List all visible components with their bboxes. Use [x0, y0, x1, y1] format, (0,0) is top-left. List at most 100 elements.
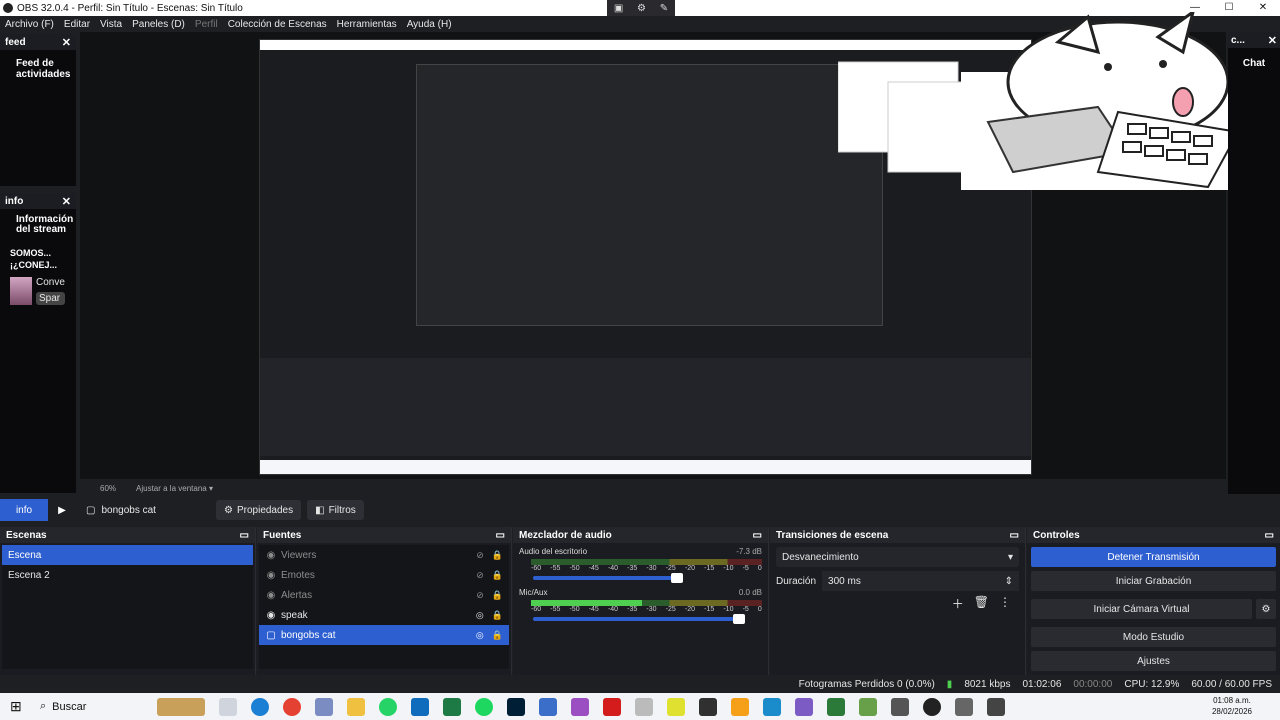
lock-icon[interactable]: 🔒 — [492, 610, 503, 621]
edge-icon[interactable] — [251, 697, 269, 716]
fit-to-window[interactable]: Ajustar a la ventana ▾ — [136, 484, 213, 493]
spin-arrows-icon[interactable]: ⇕ — [1005, 576, 1013, 587]
feed-title-line2: actividades — [16, 69, 71, 80]
photoshop-icon[interactable] — [507, 697, 525, 716]
app-icon[interactable] — [859, 697, 877, 716]
hidden-eye-icon[interactable]: ⊘ — [476, 570, 484, 581]
app-icon[interactable] — [699, 697, 717, 716]
app-icon[interactable] — [571, 697, 589, 716]
controls-header: Controles ▭ — [1027, 527, 1280, 543]
app-icon[interactable] — [731, 697, 749, 716]
app-icon[interactable] — [763, 697, 781, 716]
settings-button[interactable]: Ajustes — [1031, 651, 1276, 671]
eye-icon[interactable]: ◎ — [476, 630, 484, 641]
scene-item[interactable]: Escena — [2, 545, 253, 565]
menu-perfil[interactable]: Perfil — [190, 19, 223, 30]
add-icon[interactable]: ＋ — [952, 595, 964, 612]
close-icon[interactable]: ✕ — [1268, 34, 1277, 47]
properties-button[interactable]: ⚙ Propiedades — [216, 500, 302, 520]
dock-float-icon[interactable]: ▭ — [1265, 530, 1274, 541]
volume-slider[interactable] — [533, 573, 683, 583]
category-row: Conve Spar — [0, 277, 76, 305]
menu-archivo[interactable]: Archivo (F) — [0, 19, 59, 30]
scene-item[interactable]: Escena 2 — [2, 565, 253, 585]
menu-paneles[interactable]: Paneles (D) — [127, 19, 190, 30]
mixer-title: Mezclador de audio — [519, 529, 612, 541]
windows-start-icon[interactable]: ⊞ — [10, 698, 22, 715]
app-icon[interactable] — [539, 697, 557, 716]
app-icon[interactable] — [795, 697, 813, 716]
selected-source-label: ▢ bongobs cat — [76, 505, 216, 516]
bottom-docks: Escenas ▭ Escena Escena 2 ＋ 🗑 ◧ ⌃ ⌄ Fuen… — [0, 527, 1280, 693]
source-item[interactable]: ▢ bongobs cat ◎ 🔒 — [259, 625, 509, 645]
trash-icon[interactable]: 🗑 — [974, 595, 989, 612]
menu-herramientas[interactable]: Herramientas — [332, 19, 402, 30]
stop-streaming-button[interactable]: Detener Transmisión — [1031, 547, 1276, 567]
app-icon[interactable] — [827, 697, 845, 716]
source-icon: ▢ — [86, 504, 96, 516]
lock-icon[interactable]: 🔒 — [492, 630, 503, 641]
zoom-level[interactable]: 60% — [100, 484, 116, 493]
acrobat-icon[interactable] — [603, 697, 621, 716]
recursive-preview — [416, 64, 883, 326]
studio-mode-button[interactable]: Modo Estudio — [1031, 627, 1276, 647]
chat-dock-title: c... — [1231, 34, 1245, 46]
chrome-icon[interactable] — [283, 697, 301, 716]
menu-coleccion[interactable]: Colección de Escenas — [223, 19, 332, 30]
source-item[interactable]: ◉ Viewers ⊘ 🔒 — [259, 545, 509, 565]
dock-float-icon[interactable]: ▭ — [240, 530, 249, 541]
lock-icon[interactable]: 🔒 — [492, 570, 503, 581]
tab-info[interactable]: info — [0, 499, 48, 521]
taskbar-search[interactable]: ⌕ Buscar — [0, 700, 150, 713]
excel-icon[interactable] — [443, 697, 461, 716]
settings-icon[interactable]: ⚙ — [637, 3, 646, 14]
expand-arrow-icon[interactable]: ▶ — [48, 505, 76, 516]
hidden-eye-icon[interactable]: ⊘ — [476, 590, 484, 601]
capture-panels — [260, 358, 1031, 456]
feed-dock-header: feed ✕ — [0, 34, 76, 50]
start-virtual-camera-button[interactable]: Iniciar Cámara Virtual — [1031, 599, 1252, 619]
dock-float-icon[interactable]: ▭ — [753, 530, 762, 541]
comment-icon[interactable]: ▣ — [614, 3, 623, 14]
close-icon[interactable]: ✕ — [62, 36, 71, 49]
whatsapp-icon[interactable] — [379, 697, 397, 716]
lock-icon[interactable]: 🔒 — [492, 550, 503, 561]
duration-spinbox[interactable]: 300 ms ⇕ — [822, 571, 1019, 591]
eye-icon[interactable]: ◎ — [476, 610, 484, 621]
hidden-eye-icon[interactable]: ⊘ — [476, 550, 484, 561]
books-widget-icon[interactable] — [157, 697, 205, 716]
signal-icon: ▮ — [946, 678, 953, 690]
task-view-icon[interactable] — [219, 697, 237, 716]
source-item[interactable]: ◉ Emotes ⊘ 🔒 — [259, 565, 509, 585]
mail-icon[interactable] — [315, 697, 333, 716]
browser-icon: ◉ — [266, 609, 276, 621]
dock-float-icon[interactable]: ▭ — [496, 530, 505, 541]
menu-editar[interactable]: Editar — [59, 19, 95, 30]
gear-icon[interactable] — [955, 697, 973, 716]
source-item[interactable]: ◉ speak ◎ 🔒 — [259, 605, 509, 625]
titlebar-tools: ▣ ⚙ ✎ — [607, 0, 675, 16]
start-recording-button[interactable]: Iniciar Grabación — [1031, 571, 1276, 591]
close-icon[interactable]: ✕ — [62, 195, 71, 208]
pin-icon[interactable]: ✎ — [660, 3, 668, 14]
app-icon[interactable] — [635, 697, 653, 716]
filters-button[interactable]: ◧ Filtros — [307, 500, 364, 520]
app-icon[interactable] — [667, 697, 685, 716]
file-explorer-icon[interactable] — [347, 697, 365, 716]
app-icon[interactable] — [891, 697, 909, 716]
source-item[interactable]: ◉ Alertas ⊘ 🔒 — [259, 585, 509, 605]
menu-ayuda[interactable]: Ayuda (H) — [402, 19, 457, 30]
volume-slider[interactable] — [533, 614, 745, 624]
menu-vista[interactable]: Vista — [95, 19, 127, 30]
app-icon[interactable] — [987, 697, 1005, 716]
lock-icon[interactable]: 🔒 — [492, 590, 503, 601]
meter-scale: -60 -55 -50 -45 -40 -35 -30 -25 -20 -15 -10 -5 0 — [531, 565, 762, 572]
transition-select[interactable]: Desvanecimiento ▾ — [776, 547, 1019, 567]
system-clock[interactable]: 01:08 a.m. 28/02/2026 — [1212, 695, 1252, 717]
gear-icon[interactable]: ⚙ — [1256, 599, 1276, 619]
menu-dots-icon[interactable]: ⋮ — [999, 595, 1011, 612]
spotify-icon[interactable] — [475, 697, 493, 716]
dock-float-icon[interactable]: ▭ — [1010, 530, 1019, 541]
obs-icon[interactable] — [923, 697, 941, 716]
outlook-icon[interactable] — [411, 697, 429, 716]
